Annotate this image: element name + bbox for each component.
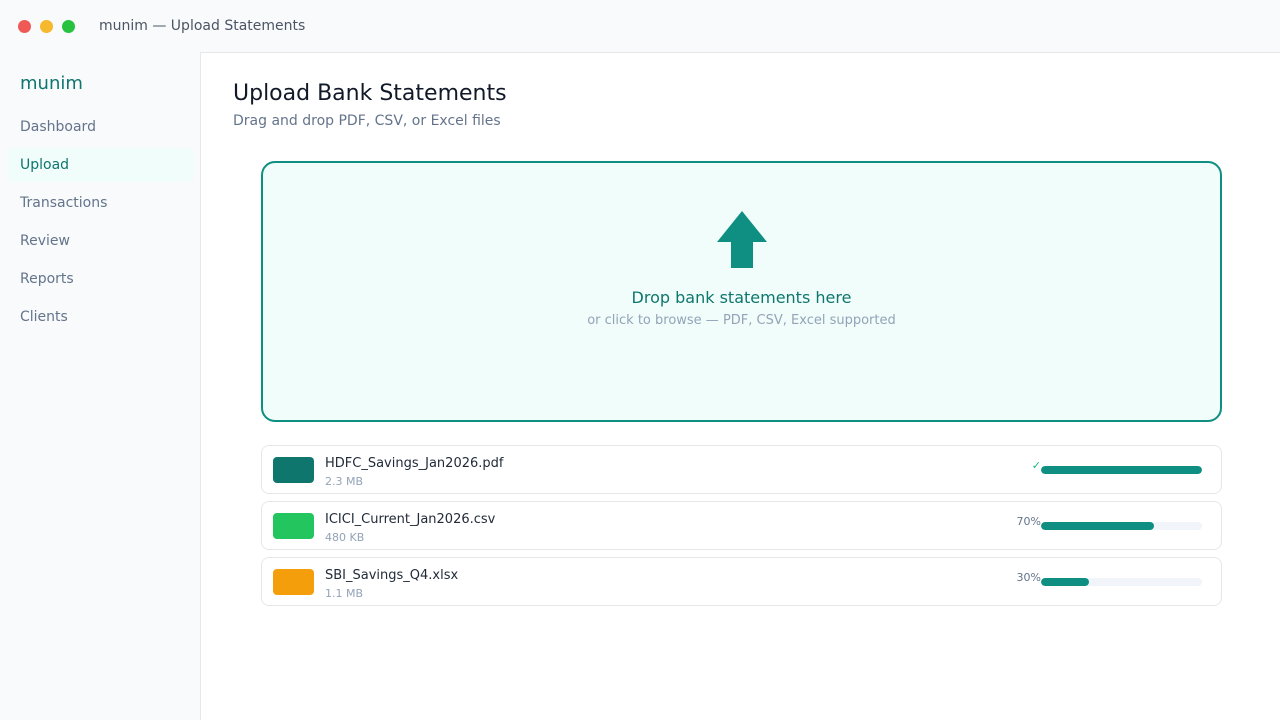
upload-progress-fill [1041, 522, 1154, 530]
sidebar-item-clients[interactable]: Clients [8, 300, 194, 334]
upload-progress-percent: 30% [1016, 571, 1041, 584]
dropzone-subtitle: or click to browse — PDF, CSV, Excel sup… [587, 313, 896, 328]
upload-progress-bar [1041, 522, 1202, 530]
window-title: munim — Upload Statements [99, 18, 306, 34]
upload-progress-bar [1041, 466, 1202, 474]
file-type-icon [273, 457, 314, 483]
file-name: ICICI_Current_Jan2026.csv [325, 512, 496, 527]
close-window-button[interactable] [18, 19, 31, 33]
sidebar-item-upload[interactable]: Upload [8, 148, 194, 182]
sidebar: munim Dashboard Upload Transactions Revi… [0, 52, 200, 720]
file-size: 1.1 MB [325, 587, 364, 600]
sidebar-item-transactions[interactable]: Transactions [8, 186, 194, 220]
sidebar-item-review[interactable]: Review [8, 224, 194, 258]
file-size: 2.3 MB [325, 475, 364, 488]
upload-complete-check-icon: ✓ [1031, 459, 1041, 472]
file-type-icon [273, 513, 314, 539]
app-window: munim — Upload Statements munim Dashboar… [0, 0, 1280, 720]
file-name: HDFC_Savings_Jan2026.pdf [325, 456, 504, 471]
upload-file-row[interactable]: ICICI_Current_Jan2026.csv 480 KB 70% [261, 501, 1222, 550]
sidebar-nav: Dashboard Upload Transactions Review Rep… [8, 110, 194, 338]
file-dropzone[interactable]: Drop bank statements here or click to br… [261, 161, 1222, 422]
minimize-window-button[interactable] [40, 19, 53, 33]
upload-progress-percent: 70% [1016, 515, 1041, 528]
main-panel: Upload Bank Statements Drag and drop PDF… [200, 52, 1280, 720]
title-bar: munim — Upload Statements [0, 0, 1280, 52]
upload-progress-bar [1041, 578, 1202, 586]
sidebar-item-dashboard[interactable]: Dashboard [8, 110, 194, 144]
dropzone-title: Drop bank statements here [631, 288, 852, 307]
page-subtitle: Drag and drop PDF, CSV, or Excel files [233, 113, 501, 129]
upload-file-row[interactable]: SBI_Savings_Q4.xlsx 1.1 MB 30% [261, 557, 1222, 606]
brand-logo-text[interactable]: munim [20, 73, 83, 94]
file-type-icon [273, 569, 314, 595]
window-controls [18, 19, 84, 33]
sidebar-item-reports[interactable]: Reports [8, 262, 194, 296]
upload-arrow-icon [717, 211, 767, 268]
upload-progress-fill [1041, 466, 1202, 474]
page-title: Upload Bank Statements [233, 81, 507, 106]
maximize-window-button[interactable] [62, 19, 75, 33]
file-size: 480 KB [325, 531, 365, 544]
upload-file-row[interactable]: HDFC_Savings_Jan2026.pdf 2.3 MB ✓ [261, 445, 1222, 494]
upload-progress-fill [1041, 578, 1090, 586]
file-name: SBI_Savings_Q4.xlsx [325, 568, 459, 583]
